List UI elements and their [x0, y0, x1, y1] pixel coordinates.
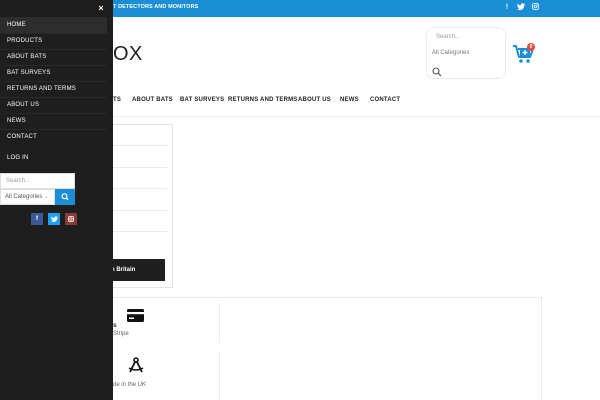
divider	[105, 210, 167, 211]
category-select-label: All Categories	[5, 194, 43, 200]
drawer-item-products[interactable]: PRODUCTS	[0, 33, 107, 49]
twitter-icon[interactable]	[48, 213, 60, 225]
drawer-login-link[interactable]: LOG IN	[0, 150, 107, 166]
drawer-item-contact[interactable]: CONTACT	[0, 129, 107, 145]
twitter-icon[interactable]	[516, 3, 526, 14]
cart-count-badge: 0	[527, 43, 535, 51]
facebook-icon[interactable]: f	[502, 3, 512, 13]
promo-text: T DETECTORS AND MONITORS	[113, 4, 199, 10]
drawer-item-about-us[interactable]: ABOUT US	[0, 97, 107, 113]
drawer-item-news[interactable]: NEWS	[0, 113, 107, 129]
feature-title: s	[113, 322, 117, 329]
drawer-item-home[interactable]: HOME	[0, 17, 107, 33]
category-link[interactable]: D	[105, 153, 165, 159]
nav-item-bat-surveys[interactable]: BAT SURVEYS	[180, 97, 224, 103]
category-link[interactable]: ive	[105, 195, 165, 201]
nav-item-contact[interactable]: CONTACT	[370, 97, 400, 103]
category-feature-button[interactable]: n Britain	[105, 259, 165, 281]
drawer-item-about-bats[interactable]: ABOUT BATS	[0, 49, 107, 65]
divider	[105, 145, 167, 146]
search-placeholder: Search...	[6, 178, 31, 184]
drawer-search-button[interactable]	[55, 189, 75, 205]
close-icon[interactable]: ×	[96, 3, 106, 13]
nav-item-about-bats[interactable]: ABOUT BATS	[132, 97, 173, 103]
instagram-icon[interactable]	[530, 3, 540, 14]
drawer-item-returns-terms[interactable]: RETURNS AND TERMS	[0, 81, 107, 97]
nav-item-products[interactable]: TS	[113, 97, 121, 103]
divider	[219, 303, 220, 343]
nav-item-returns-terms[interactable]: RETURNS AND TERMS	[228, 97, 298, 103]
made-in-uk-text: de in the UK	[113, 382, 147, 388]
instagram-icon[interactable]	[65, 213, 77, 225]
search-input[interactable]: Search...	[436, 34, 460, 40]
drawer-item-bat-surveys[interactable]: BAT SURVEYS	[0, 65, 107, 81]
search-icon	[61, 193, 69, 201]
payment-feature-text: Stripe	[113, 331, 129, 337]
divider	[105, 188, 167, 189]
category-link[interactable]: on	[105, 238, 165, 244]
site-logo[interactable]: OX	[113, 42, 143, 66]
drafting-compass-icon	[127, 357, 145, 380]
category-select[interactable]: All Categories	[432, 50, 469, 56]
header-search[interactable]: Search... All Categories	[426, 27, 506, 79]
divider	[219, 352, 220, 400]
credit-card-icon	[127, 309, 144, 327]
drawer-search-input[interactable]: Search...	[0, 173, 75, 189]
facebook-icon[interactable]: f	[31, 213, 43, 225]
category-link[interactable]: et	[105, 174, 165, 180]
divider	[105, 167, 167, 168]
chevron-down-icon: ⌄	[44, 194, 49, 200]
search-icon[interactable]	[432, 64, 443, 77]
nav-item-news[interactable]: NEWS	[340, 97, 359, 103]
drawer-category-select[interactable]: All Categories ⌄	[0, 189, 55, 205]
divider	[105, 231, 167, 232]
mobile-menu-drawer: × HOME PRODUCTS ABOUT BATS BAT SURVEYS R…	[0, 0, 113, 400]
nav-item-about-us[interactable]: ABOUT US	[298, 97, 331, 103]
